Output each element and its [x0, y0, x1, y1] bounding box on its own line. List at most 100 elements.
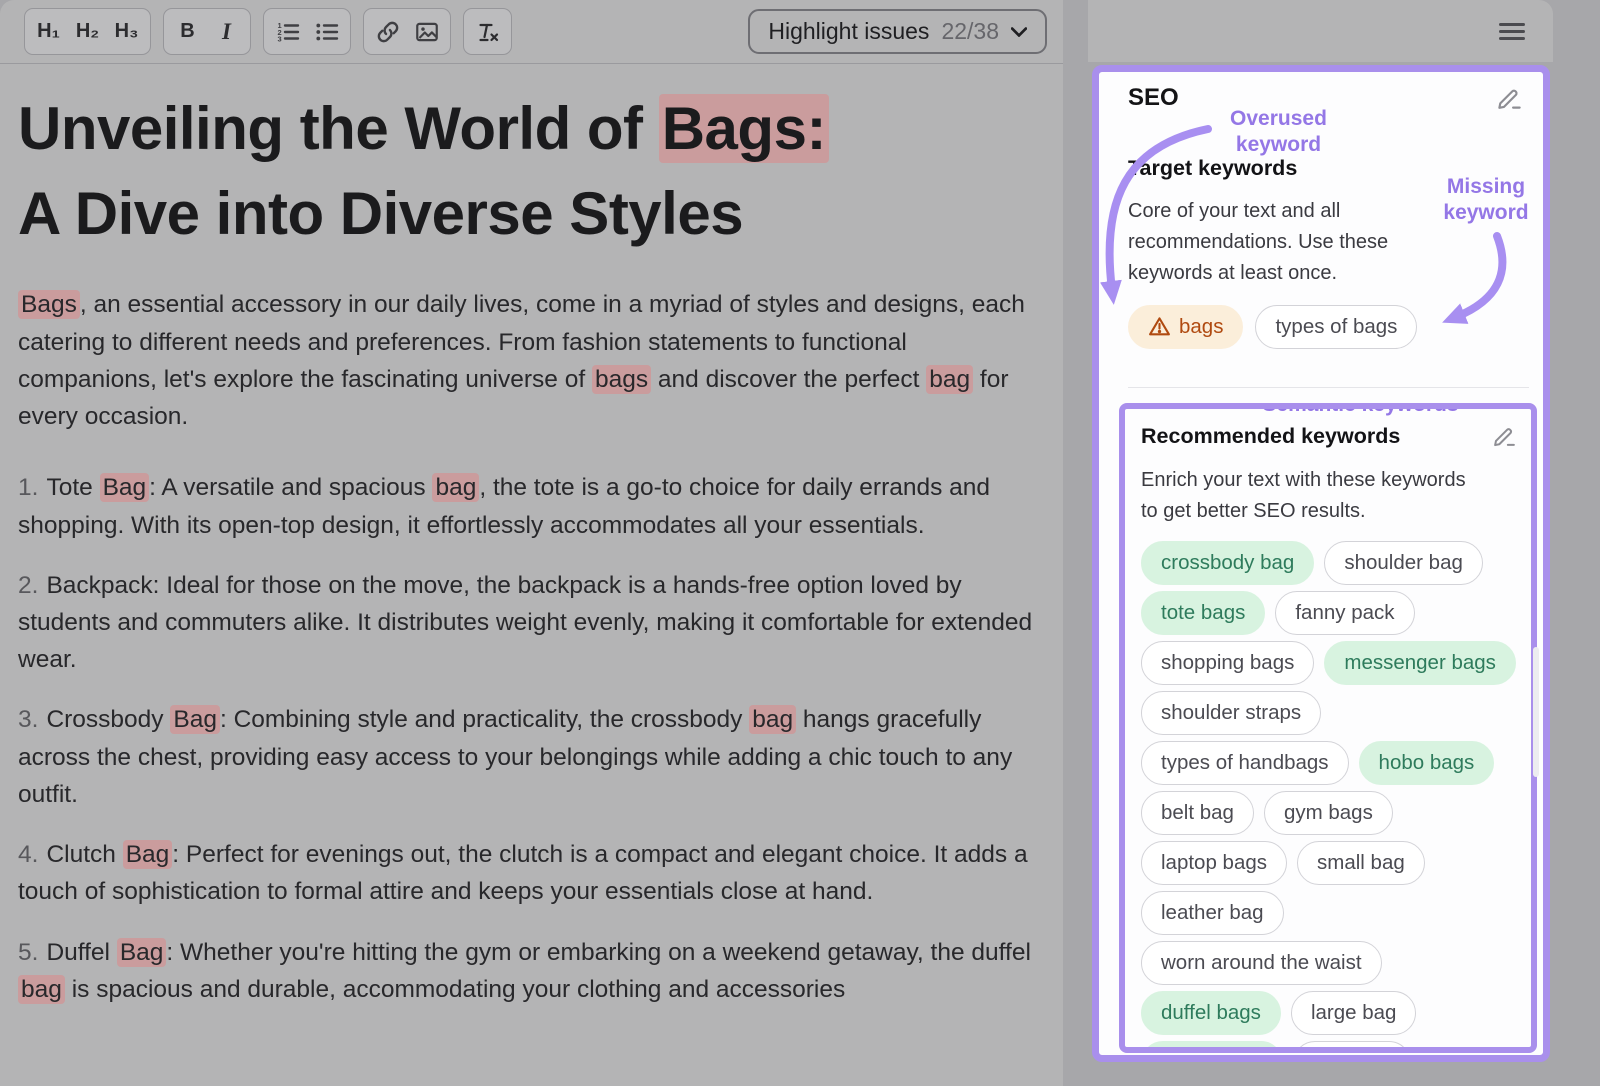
- keyword-pill-row: belt baggym bags: [1141, 791, 1517, 835]
- keyword-pill-row: types of handbagshobo bags: [1141, 741, 1517, 785]
- edit-icon: [1492, 423, 1517, 448]
- keyword-pill[interactable]: crossbody bag: [1141, 541, 1314, 585]
- text-segment: Crossbody: [46, 706, 170, 733]
- keyword-pill[interactable]: duffel bags: [1141, 991, 1281, 1035]
- list-item: 4.Clutch Bag: Perfect for evenings out, …: [18, 836, 1043, 910]
- keyword-pill[interactable]: hobo bags: [1359, 741, 1495, 785]
- list-number: 3.: [18, 706, 38, 733]
- keyword-pill[interactable]: belt bag: [1141, 791, 1254, 835]
- keyword-pill-label: types of bags: [1275, 315, 1397, 339]
- keyword-pill-label: bags: [1179, 315, 1223, 339]
- heading2-button[interactable]: H₂: [69, 12, 106, 51]
- highlighted-keyword: bag: [18, 975, 65, 1004]
- text-segment: Unveiling the World of: [18, 95, 659, 162]
- hamburger-menu-icon[interactable]: [1499, 23, 1525, 40]
- highlighted-keyword: bag: [749, 705, 796, 734]
- seo-panel: SEO Overused keyword Missing keyword Tar…: [1092, 65, 1550, 1062]
- keyword-pill[interactable]: leather bag: [1141, 891, 1284, 935]
- document-body[interactable]: Unveiling the World of Bags:A Dive into …: [0, 64, 1063, 1008]
- image-icon: [414, 19, 440, 45]
- highlight-issues-dropdown[interactable]: Highlight issues 22/38: [748, 9, 1047, 54]
- list-number: 4.: [18, 841, 38, 868]
- edit-recommended-keywords-button[interactable]: [1492, 423, 1517, 451]
- text-segment: and discover the perfect: [651, 366, 926, 393]
- keyword-pill-row: shopping bagsmessenger bags: [1141, 641, 1517, 685]
- keyword-pill-row: worn around the waist: [1141, 941, 1517, 985]
- italic-button[interactable]: I: [208, 12, 245, 51]
- highlighted-keyword: Bag: [170, 705, 220, 734]
- heading3-button[interactable]: H₃: [108, 12, 145, 51]
- panel-topbar: [1088, 0, 1553, 62]
- recommended-keywords-list: crossbody bagshoulder bag tote bagsfanny …: [1141, 541, 1517, 1035]
- clear-formatting-button[interactable]: [469, 12, 506, 51]
- highlight-issues-count: 22/38: [941, 18, 999, 45]
- document-title: Unveiling the World of Bags:A Dive into …: [18, 86, 1043, 256]
- text-segment: is spacious and durable, accommodating y…: [65, 976, 845, 1003]
- recommended-keywords-heading: Recommended keywords: [1141, 423, 1400, 450]
- intro-paragraph: Bags, an essential accessory in our dail…: [18, 286, 1043, 435]
- link-button[interactable]: [369, 12, 406, 51]
- clear-formatting-icon: [475, 19, 501, 45]
- edit-icon: [1496, 84, 1523, 111]
- highlighted-keyword: Bags:: [659, 94, 829, 163]
- insert-button-group: [363, 8, 451, 55]
- ordered-list-button[interactable]: 123: [269, 12, 306, 51]
- keyword-pill[interactable]: tote bags: [1141, 591, 1265, 635]
- text-segment: Clutch: [46, 841, 122, 868]
- keyword-pill[interactable]: types of handbags: [1141, 741, 1349, 785]
- bullet-list-button[interactable]: [308, 12, 345, 51]
- list-number: 5.: [18, 939, 38, 966]
- keyword-pill[interactable]: fanny pack: [1275, 591, 1414, 635]
- keyword-pill[interactable]: messenger bags: [1324, 641, 1516, 685]
- keyword-pill-row: crossbody bagshoulder bag: [1141, 541, 1517, 585]
- chevron-down-icon: [1011, 27, 1027, 37]
- list-button-group: 123: [263, 8, 351, 55]
- keyword-pill-row: duffel bagslarge bag: [1141, 991, 1517, 1035]
- section-divider: [1128, 387, 1529, 388]
- svg-text:3: 3: [277, 34, 281, 43]
- keyword-pill[interactable]: small bag: [1297, 841, 1425, 885]
- title-line: A Dive into Diverse Styles: [18, 171, 1043, 256]
- clipped-keyword-pill[interactable]: [1141, 1041, 1283, 1053]
- document-list: 1.Tote Bag: A versatile and spacious bag…: [18, 469, 1043, 1008]
- text-segment: Tote: [46, 474, 99, 501]
- clipped-keyword-pill[interactable]: [1293, 1041, 1411, 1053]
- keyword-pill-row: shoulder straps: [1141, 691, 1517, 735]
- format-button-group: B I: [163, 8, 251, 55]
- bullet-list-icon: [314, 19, 340, 45]
- text-segment: : Whether you're hitting the gym or emba…: [166, 939, 1031, 966]
- warning-icon: [1148, 315, 1171, 338]
- keyword-pill[interactable]: laptop bags: [1141, 841, 1287, 885]
- keyword-pill[interactable]: gym bags: [1264, 791, 1393, 835]
- highlight-issues-label: Highlight issues: [768, 18, 929, 45]
- heading-button-group: H₁ H₂ H₃: [24, 8, 151, 55]
- list-number: 2.: [18, 572, 38, 599]
- text-segment: : Combining style and practicality, the …: [220, 706, 749, 733]
- keyword-pill-bags[interactable]: bags: [1128, 305, 1243, 349]
- keyword-pill[interactable]: shoulder straps: [1141, 691, 1321, 735]
- seo-panel-title: SEO: [1128, 84, 1179, 112]
- recommended-keywords-section: Semantic keywords Recommended keywords E…: [1119, 403, 1537, 1053]
- list-item: 5.Duffel Bag: Whether you're hitting the…: [18, 934, 1043, 1008]
- recommended-keywords-description: Enrich your text with these keywords to …: [1141, 465, 1517, 527]
- clipped-keyword-row: [1141, 1041, 1517, 1053]
- editor-toolbar: H₁ H₂ H₃ B I 123: [0, 0, 1063, 64]
- image-button[interactable]: [408, 12, 445, 51]
- highlighted-keyword: Bags: [18, 290, 80, 319]
- heading1-button[interactable]: H₁: [30, 12, 67, 51]
- edit-target-keywords-button[interactable]: [1496, 84, 1523, 114]
- keyword-pill[interactable]: worn around the waist: [1141, 941, 1382, 985]
- title-line: Unveiling the World of Bags:: [18, 86, 1043, 171]
- list-item: 1.Tote Bag: A versatile and spacious bag…: [18, 469, 1043, 543]
- list-item: 2.Backpack: Ideal for those on the move,…: [18, 567, 1043, 679]
- keyword-pill[interactable]: shoulder bag: [1324, 541, 1483, 585]
- keyword-pill-types-of-bags[interactable]: types of bags: [1255, 305, 1417, 349]
- highlighted-keyword: Bag: [100, 473, 150, 502]
- keyword-pill-row: tote bagsfanny pack: [1141, 591, 1517, 635]
- keyword-pill[interactable]: large bag: [1291, 991, 1416, 1035]
- keyword-pill[interactable]: shopping bags: [1141, 641, 1314, 685]
- target-keywords-list: bags types of bags: [1128, 305, 1523, 349]
- text-segment: Duffel: [46, 939, 116, 966]
- bold-button[interactable]: B: [169, 12, 206, 51]
- panel-scrollbar[interactable]: [1533, 647, 1539, 777]
